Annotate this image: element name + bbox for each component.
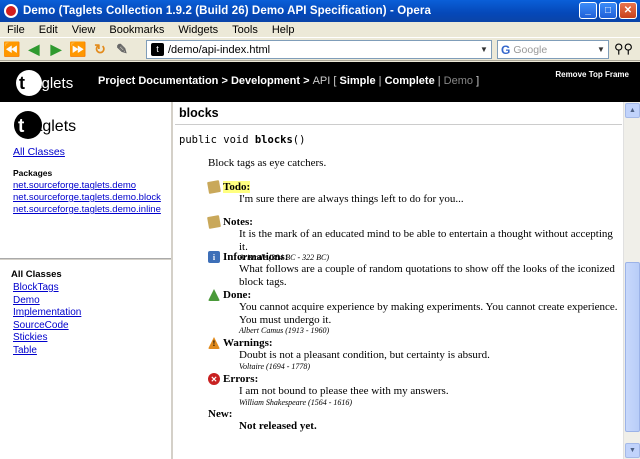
scrollbar-thumb[interactable] <box>625 262 640 432</box>
menu-widgets[interactable]: Widgets <box>171 24 225 36</box>
package-link[interactable]: net.sourceforge.taglets.demo <box>13 180 161 192</box>
view-simple-link[interactable]: Simple <box>340 75 376 87</box>
window-titlebar: Demo (Taglets Collection 1.9.2 (Build 26… <box>0 0 640 22</box>
packages-heading: Packages <box>13 168 53 178</box>
warnings-tag: ! Warnings: Doubt is not a pleasant condi… <box>208 337 618 372</box>
menu-bar: File Edit View Bookmarks Widgets Tools H… <box>0 22 640 37</box>
method-signature: public void blocks() <box>179 134 306 146</box>
note-icon <box>207 215 221 229</box>
search-field[interactable]: G Google ▼ <box>497 40 609 59</box>
class-link[interactable]: BlockTags <box>13 282 81 295</box>
breadcrumb-project-docs[interactable]: Project Documentation <box>98 75 218 87</box>
done-icon <box>208 289 220 301</box>
menu-tools[interactable]: Tools <box>225 24 265 36</box>
menu-file[interactable]: File <box>0 24 32 36</box>
class-link[interactable]: Table <box>13 345 81 358</box>
packages-list: net.sourceforge.taglets.demo net.sourcef… <box>13 180 161 216</box>
main-content-frame: blocks public void blocks() Block tags a… <box>175 102 622 459</box>
breadcrumb-development[interactable]: Development <box>231 75 300 87</box>
content-scrollbar[interactable]: ▲ ▼ <box>623 102 640 459</box>
window-title: Demo (Taglets Collection 1.9.2 (Build 26… <box>23 5 431 17</box>
todo-tag: Todo: I'm sure there are always things l… <box>207 180 464 206</box>
package-link[interactable]: net.sourceforge.taglets.demo.inline <box>13 204 161 216</box>
menu-help[interactable]: Help <box>265 24 302 36</box>
binoculars-icon[interactable]: ⚲⚲ <box>614 41 633 57</box>
svg-text:taglets: taglets <box>29 75 73 92</box>
maximize-button[interactable]: □ <box>599 2 617 19</box>
navigation-toolbar: ⏪ ◀ ▶ ⏩ ↻ ✎ t /demo/api-index.html ▼ G G… <box>0 37 640 61</box>
scroll-down-icon[interactable]: ▼ <box>625 443 640 458</box>
divider <box>175 124 622 125</box>
fast-forward-icon[interactable]: ⏩ <box>68 39 88 59</box>
taglets-logo: t taglets <box>16 70 73 96</box>
view-demo-link: Demo <box>443 75 474 87</box>
opera-app-icon <box>4 4 18 18</box>
error-icon: ✕ <box>208 373 220 385</box>
done-tag: Done: You cannot acquire experience by m… <box>208 289 618 336</box>
method-heading: blocks <box>179 106 219 120</box>
warning-icon: ! <box>208 337 220 349</box>
taglets-logo: t taglets <box>14 111 76 139</box>
view-complete-link[interactable]: Complete <box>385 75 435 87</box>
rewind-icon[interactable]: ⏪ <box>2 39 22 59</box>
reload-icon[interactable]: ↻ <box>90 39 110 59</box>
minimize-button[interactable]: _ <box>579 2 597 19</box>
remove-top-frame-link[interactable]: Remove Top Frame <box>555 70 629 79</box>
breadcrumb: Project Documentation > Development > AP… <box>98 75 480 87</box>
scroll-up-icon[interactable]: ▲ <box>625 103 640 118</box>
address-url[interactable]: /demo/api-index.html <box>168 44 270 56</box>
address-bar[interactable]: t /demo/api-index.html ▼ <box>146 40 492 59</box>
svg-text:t: t <box>18 116 25 137</box>
breadcrumb-api: API <box>312 75 331 87</box>
classes-list: BlockTags Demo Implementation SourceCode… <box>13 282 81 357</box>
package-link[interactable]: net.sourceforge.taglets.demo.block <box>13 192 161 204</box>
frame-splitter[interactable] <box>0 258 171 260</box>
page-viewport: t taglets Project Documentation > Develo… <box>0 62 640 459</box>
errors-tag: ✕ Errors: I am not bound to please thee w… <box>208 373 618 408</box>
chevron-down-icon[interactable]: ▼ <box>594 41 608 58</box>
class-link[interactable]: SourceCode <box>13 320 81 333</box>
close-button[interactable]: ✕ <box>619 2 637 19</box>
chevron-down-icon[interactable]: ▼ <box>477 41 491 58</box>
google-icon: G <box>501 42 511 57</box>
edit-icon[interactable]: ✎ <box>112 39 132 59</box>
class-link[interactable]: Implementation <box>13 307 81 320</box>
search-placeholder[interactable]: Google <box>513 44 547 56</box>
top-banner: t taglets Project Documentation > Develo… <box>0 62 640 102</box>
svg-text:taglets: taglets <box>29 118 76 135</box>
note-icon <box>207 180 221 194</box>
method-description: Block tags as eye catchers. <box>208 157 327 169</box>
left-navigation-frame: t taglets All Classes Packages net.sourc… <box>0 102 173 459</box>
menu-edit[interactable]: Edit <box>32 24 65 36</box>
new-tag: New: Not released yet. <box>208 408 317 432</box>
all-classes-heading: All Classes <box>11 269 62 280</box>
all-classes-link[interactable]: All Classes <box>13 146 65 158</box>
menu-bookmarks[interactable]: Bookmarks <box>102 24 171 36</box>
svg-text:t: t <box>19 73 25 93</box>
site-icon: t <box>151 43 164 56</box>
class-link[interactable]: Stickies <box>13 332 81 345</box>
menu-view[interactable]: View <box>65 24 103 36</box>
back-icon[interactable]: ◀ <box>24 39 44 59</box>
window-controls: _ □ ✕ <box>579 2 637 19</box>
forward-icon[interactable]: ▶ <box>46 39 66 59</box>
informations-tag: i Informations: What follows are a couple… <box>208 251 618 288</box>
class-link[interactable]: Demo <box>13 295 81 308</box>
info-icon: i <box>208 251 220 263</box>
